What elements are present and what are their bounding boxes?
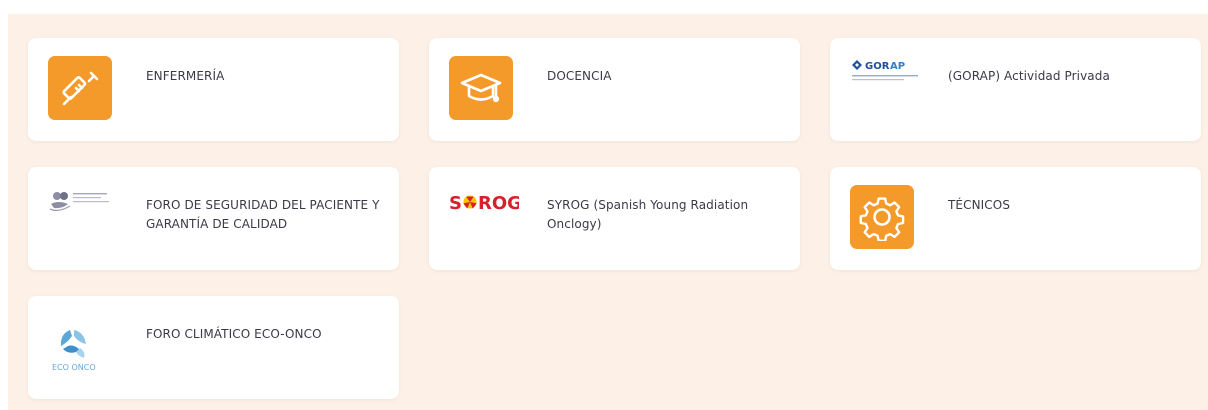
eco-onco-logo: ECO ONCO (50, 326, 110, 374)
card-foro-seguridad[interactable]: FORO DE SEGURIDAD DEL PACIENTE Y GARANTÍ… (28, 167, 399, 270)
seguridad-logo (48, 189, 112, 219)
card-syrog[interactable]: S ROG SYROG (Spanish Young Radiation Onc… (429, 167, 800, 270)
gorap-logo: GOR AP (850, 58, 940, 88)
card-label: FORO DE SEGURIDAD DEL PACIENTE Y GARANTÍ… (146, 198, 380, 231)
svg-text:AP: AP (890, 61, 905, 72)
card-label: FORO CLIMÁTICO ECO-ONCO (146, 327, 322, 341)
syrog-logo: S ROG (449, 191, 522, 215)
svg-text:S: S (449, 193, 462, 214)
card-label: ENFERMERÍA (146, 69, 225, 83)
svg-text:ECO ONCO: ECO ONCO (52, 363, 96, 372)
card-gorap[interactable]: GOR AP (GORAP) Actividad Privada (830, 38, 1201, 141)
card-foro-climatico[interactable]: ECO ONCO FORO CLIMÁTICO ECO-ONCO (28, 296, 399, 399)
svg-text:ROG: ROG (478, 193, 519, 214)
syringe-icon (48, 56, 112, 120)
card-enfermeria[interactable]: ENFERMERÍA (28, 38, 399, 141)
svg-text:GOR: GOR (865, 61, 890, 72)
card-label: DOCENCIA (547, 69, 612, 83)
card-docencia[interactable]: DOCENCIA (429, 38, 800, 141)
groups-panel: ENFERMERÍA DOCENCIA GOR AP (GORAP) Activ… (8, 14, 1208, 410)
gear-icon (850, 185, 914, 249)
groups-grid: ENFERMERÍA DOCENCIA GOR AP (GORAP) Activ… (28, 38, 1201, 399)
card-tecnicos[interactable]: TÉCNICOS (830, 167, 1201, 270)
card-label: (GORAP) Actividad Privada (948, 69, 1110, 83)
graduation-cap-icon (449, 56, 513, 120)
card-label: TÉCNICOS (948, 198, 1011, 212)
card-label: SYROG (Spanish Young Radiation Onclogy) (547, 198, 749, 231)
